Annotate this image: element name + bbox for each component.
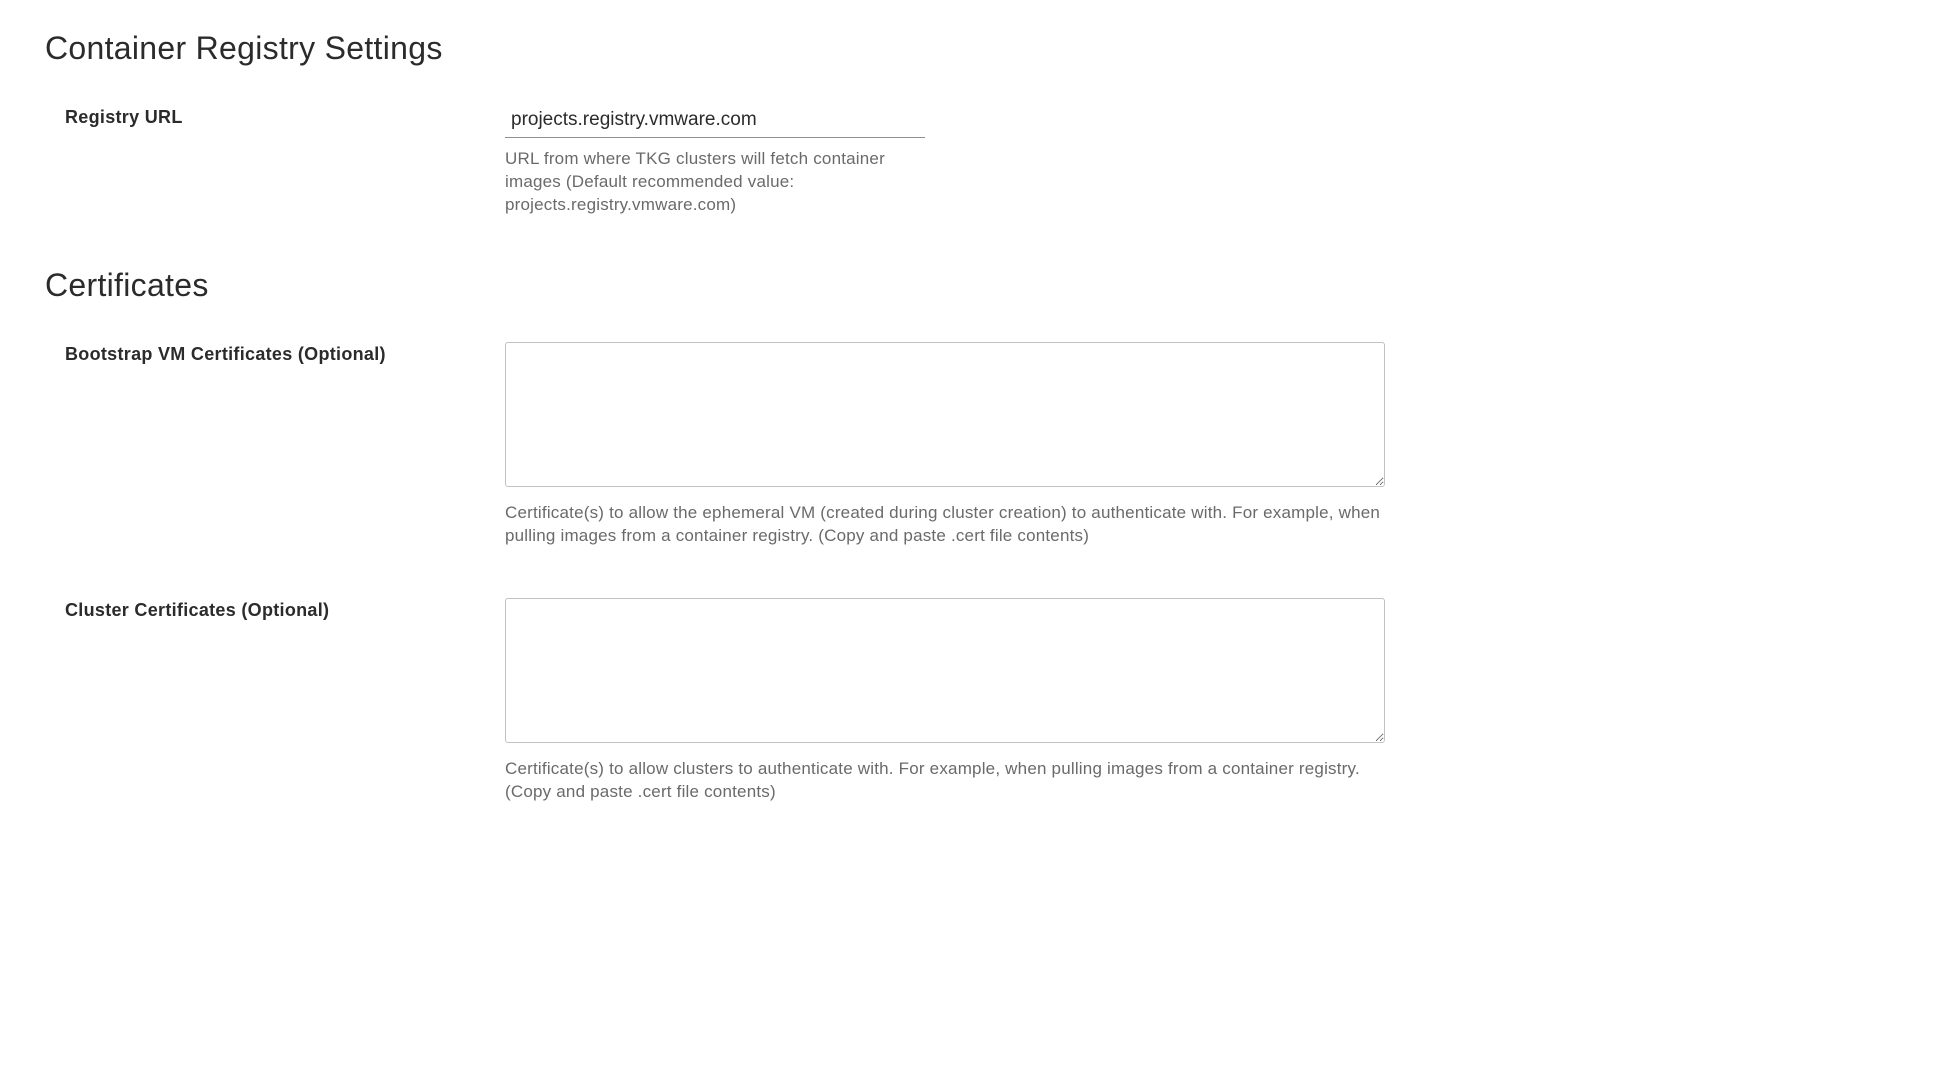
bootstrap-certs-label: Bootstrap VM Certificates (Optional) (65, 344, 386, 364)
certificates-section: Certificates Bootstrap VM Certificates (… (45, 267, 1893, 804)
container-registry-section: Container Registry Settings Registry URL… (45, 30, 1893, 217)
registry-url-row: Registry URL URL from where TKG clusters… (45, 105, 1893, 217)
certificates-section-heading: Certificates (45, 267, 1893, 304)
cluster-certs-textarea[interactable] (505, 598, 1385, 743)
registry-url-label-col: Registry URL (45, 105, 505, 128)
cluster-certs-row: Cluster Certificates (Optional) Certific… (45, 598, 1893, 804)
registry-url-input[interactable] (505, 105, 925, 138)
cluster-certs-label: Cluster Certificates (Optional) (65, 600, 329, 620)
cluster-certs-help: Certificate(s) to allow clusters to auth… (505, 758, 1385, 804)
cluster-certs-field-col: Certificate(s) to allow clusters to auth… (505, 598, 1405, 804)
bootstrap-certs-help: Certificate(s) to allow the ephemeral VM… (505, 502, 1385, 548)
registry-section-heading: Container Registry Settings (45, 30, 1893, 67)
registry-url-help: URL from where TKG clusters will fetch c… (505, 148, 915, 217)
registry-url-label: Registry URL (65, 107, 183, 127)
cluster-certs-label-col: Cluster Certificates (Optional) (45, 598, 505, 621)
bootstrap-certs-field-col: Certificate(s) to allow the ephemeral VM… (505, 342, 1405, 548)
bootstrap-certs-textarea[interactable] (505, 342, 1385, 487)
bootstrap-certs-label-col: Bootstrap VM Certificates (Optional) (45, 342, 505, 365)
bootstrap-certs-row: Bootstrap VM Certificates (Optional) Cer… (45, 342, 1893, 548)
registry-url-field-col: URL from where TKG clusters will fetch c… (505, 105, 1405, 217)
